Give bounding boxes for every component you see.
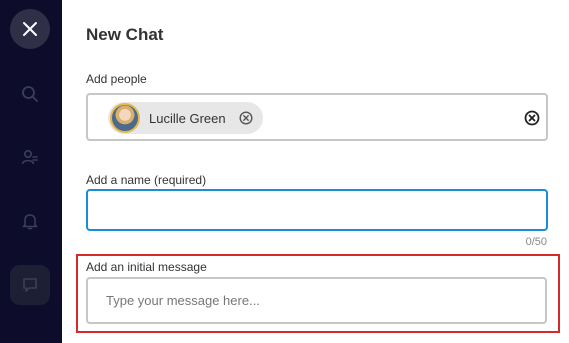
close-icon [23, 22, 37, 36]
notifications-button[interactable] [10, 201, 50, 241]
people-icon [21, 149, 38, 165]
search-icon [22, 86, 38, 102]
search-button[interactable] [10, 74, 50, 114]
close-button[interactable] [10, 9, 50, 49]
chat-name-input[interactable] [86, 189, 548, 231]
app-window: New Chat Add people Lucille Green Add a … [0, 0, 569, 343]
person-chip: Lucille Green [108, 102, 263, 134]
chat-name-label: Add a name (required) [86, 173, 207, 187]
avatar [110, 103, 140, 133]
add-people-field[interactable]: Lucille Green [86, 93, 548, 141]
initial-message-label: Add an initial message [86, 260, 207, 274]
add-people-label: Add people [86, 72, 147, 86]
people-button[interactable] [10, 137, 50, 177]
person-chip-name: Lucille Green [149, 110, 226, 126]
nav-rail [0, 0, 62, 343]
name-char-counter: 0/50 [525, 236, 547, 248]
new-chat-panel: New Chat Add people Lucille Green Add a … [62, 0, 569, 343]
clear-people-icon[interactable] [524, 110, 540, 126]
bell-icon [22, 214, 38, 230]
page-title: New Chat [86, 25, 164, 44]
initial-message-input[interactable] [86, 277, 547, 324]
chat-button[interactable] [10, 265, 50, 305]
chat-icon [23, 278, 37, 292]
remove-person-icon[interactable] [239, 111, 253, 125]
